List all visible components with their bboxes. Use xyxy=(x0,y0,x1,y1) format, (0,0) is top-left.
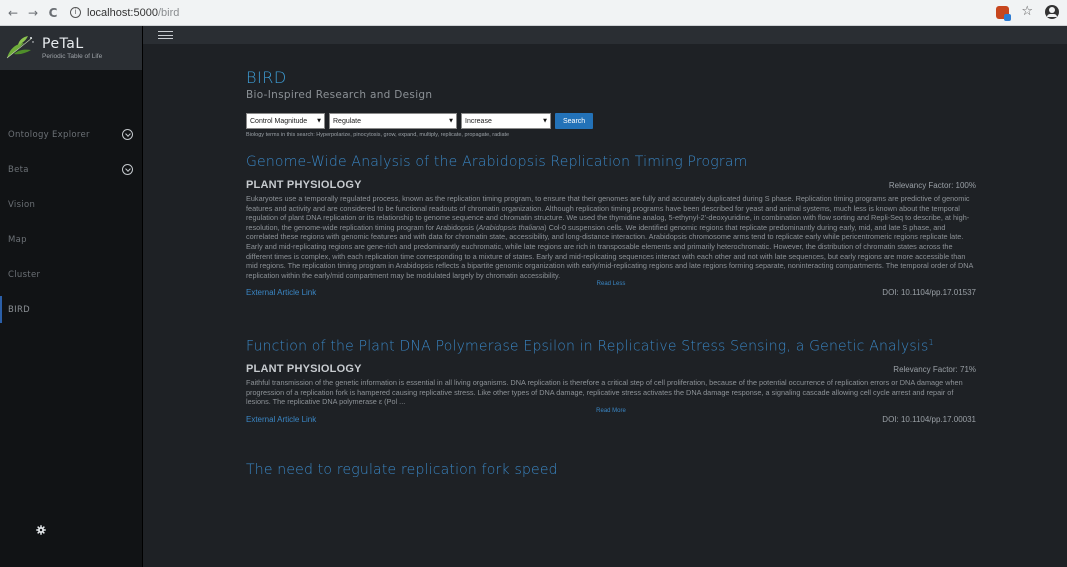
hamburger-menu-icon[interactable] xyxy=(158,31,173,39)
dropdown-arrow-icon: ▼ xyxy=(449,118,453,124)
info-icon[interactable]: i xyxy=(70,7,81,18)
dropdown-arrow-icon: ▼ xyxy=(543,118,547,124)
article-abstract: Eukaryotes use a temporally regulated pr… xyxy=(246,194,973,280)
sidebar-item-beta[interactable]: Beta xyxy=(0,152,142,187)
page-title: BIRD xyxy=(246,68,287,87)
article-card: The need to regulate replication fork sp… xyxy=(246,462,976,478)
leaf-logo-icon xyxy=(6,36,34,59)
sidebar-item-label: Map xyxy=(8,234,27,245)
article-title[interactable]: Function of the Plant DNA Polymerase Eps… xyxy=(246,338,976,355)
sidebar-item-bird[interactable]: BIRD xyxy=(0,292,142,327)
extension-icon[interactable] xyxy=(996,5,1012,21)
top-bar xyxy=(143,26,1067,44)
search-terms: Biology terms in this search: Hyperpolar… xyxy=(246,132,510,138)
forward-icon[interactable]: → xyxy=(26,6,40,20)
relevancy-factor: Relevancy Factor: 100% xyxy=(888,181,976,190)
logo-subtitle: Periodic Table of Life xyxy=(42,53,103,60)
search-form: Control Magnitude ▼ Regulate ▼ Increase ▼ S… xyxy=(246,113,976,129)
dropdown-arrow-icon: ▼ xyxy=(317,118,321,124)
article-title[interactable]: The need to regulate replication fork sp… xyxy=(246,462,976,478)
direction-select[interactable]: Increase ▼ xyxy=(461,113,551,129)
sidebar-item-label: BIRD xyxy=(8,304,30,315)
page-subtitle: Bio-Inspired Research and Design xyxy=(246,89,433,101)
chevron-down-icon[interactable] xyxy=(122,164,133,175)
read-more-link[interactable]: Read More xyxy=(246,407,976,415)
url-host: localhost:5000 xyxy=(87,6,158,19)
doi: DOI: 10.1104/pp.17.00031 xyxy=(882,414,976,424)
select-value: Regulate xyxy=(333,117,362,125)
journal-name: PLANT PHYSIOLOGY xyxy=(246,363,362,375)
logo-title: PeTaL xyxy=(42,36,84,52)
back-icon[interactable]: ← xyxy=(6,6,20,20)
sidebar-nav: Ontology Explorer Beta Vision Map Cluste… xyxy=(0,117,142,327)
control-select[interactable]: Control Magnitude ▼ xyxy=(246,113,325,129)
external-article-link[interactable]: External Article Link xyxy=(246,415,316,424)
sidebar: PeTaL Periodic Table of Life Ontology Ex… xyxy=(0,26,143,567)
account-icon[interactable] xyxy=(1045,5,1059,19)
read-less-link[interactable]: Read Less xyxy=(246,280,976,288)
article-card: Function of the Plant DNA Polymerase Eps… xyxy=(246,338,976,423)
sidebar-item-label: Ontology Explorer xyxy=(8,129,90,140)
relevancy-factor: Relevancy Factor: 71% xyxy=(893,365,976,374)
logo[interactable]: PeTaL Periodic Table of Life xyxy=(0,26,142,70)
sidebar-item-label: Cluster xyxy=(8,269,41,280)
reload-icon[interactable]: C xyxy=(46,6,60,20)
sidebar-item-cluster[interactable]: Cluster xyxy=(0,257,142,292)
sidebar-item-map[interactable]: Map xyxy=(0,222,142,257)
address-bar[interactable]: i localhost:5000/bird xyxy=(70,4,179,22)
journal-name: PLANT PHYSIOLOGY xyxy=(246,179,362,191)
sidebar-item-vision[interactable]: Vision xyxy=(0,187,142,222)
sidebar-item-label: Beta xyxy=(8,164,29,175)
external-article-link[interactable]: External Article Link xyxy=(246,288,316,297)
select-value: Control Magnitude xyxy=(250,117,308,125)
article-abstract: Faithful transmission of the genetic inf… xyxy=(246,378,963,407)
sidebar-item-label: Vision xyxy=(8,199,36,210)
doi: DOI: 10.1104/pp.17.01537 xyxy=(882,288,976,298)
select-value: Increase xyxy=(465,117,492,125)
search-button[interactable]: Search xyxy=(555,113,594,129)
chevron-down-icon[interactable] xyxy=(122,129,133,140)
article-title[interactable]: Genome-Wide Analysis of the Arabidopsis … xyxy=(246,154,976,170)
function-select[interactable]: Regulate ▼ xyxy=(329,113,457,129)
url-path: /bird xyxy=(157,6,180,19)
main-content: BIRD Bio-Inspired Research and Design Co… xyxy=(246,44,976,478)
article-card: Genome-Wide Analysis of the Arabidopsis … xyxy=(246,154,976,297)
bookmark-star-icon[interactable]: ☆ xyxy=(1021,5,1033,19)
sidebar-item-ontology-explorer[interactable]: Ontology Explorer xyxy=(0,117,142,152)
gear-icon[interactable] xyxy=(36,525,46,535)
browser-toolbar: ← → C i localhost:5000/bird ☆ xyxy=(0,0,1067,26)
